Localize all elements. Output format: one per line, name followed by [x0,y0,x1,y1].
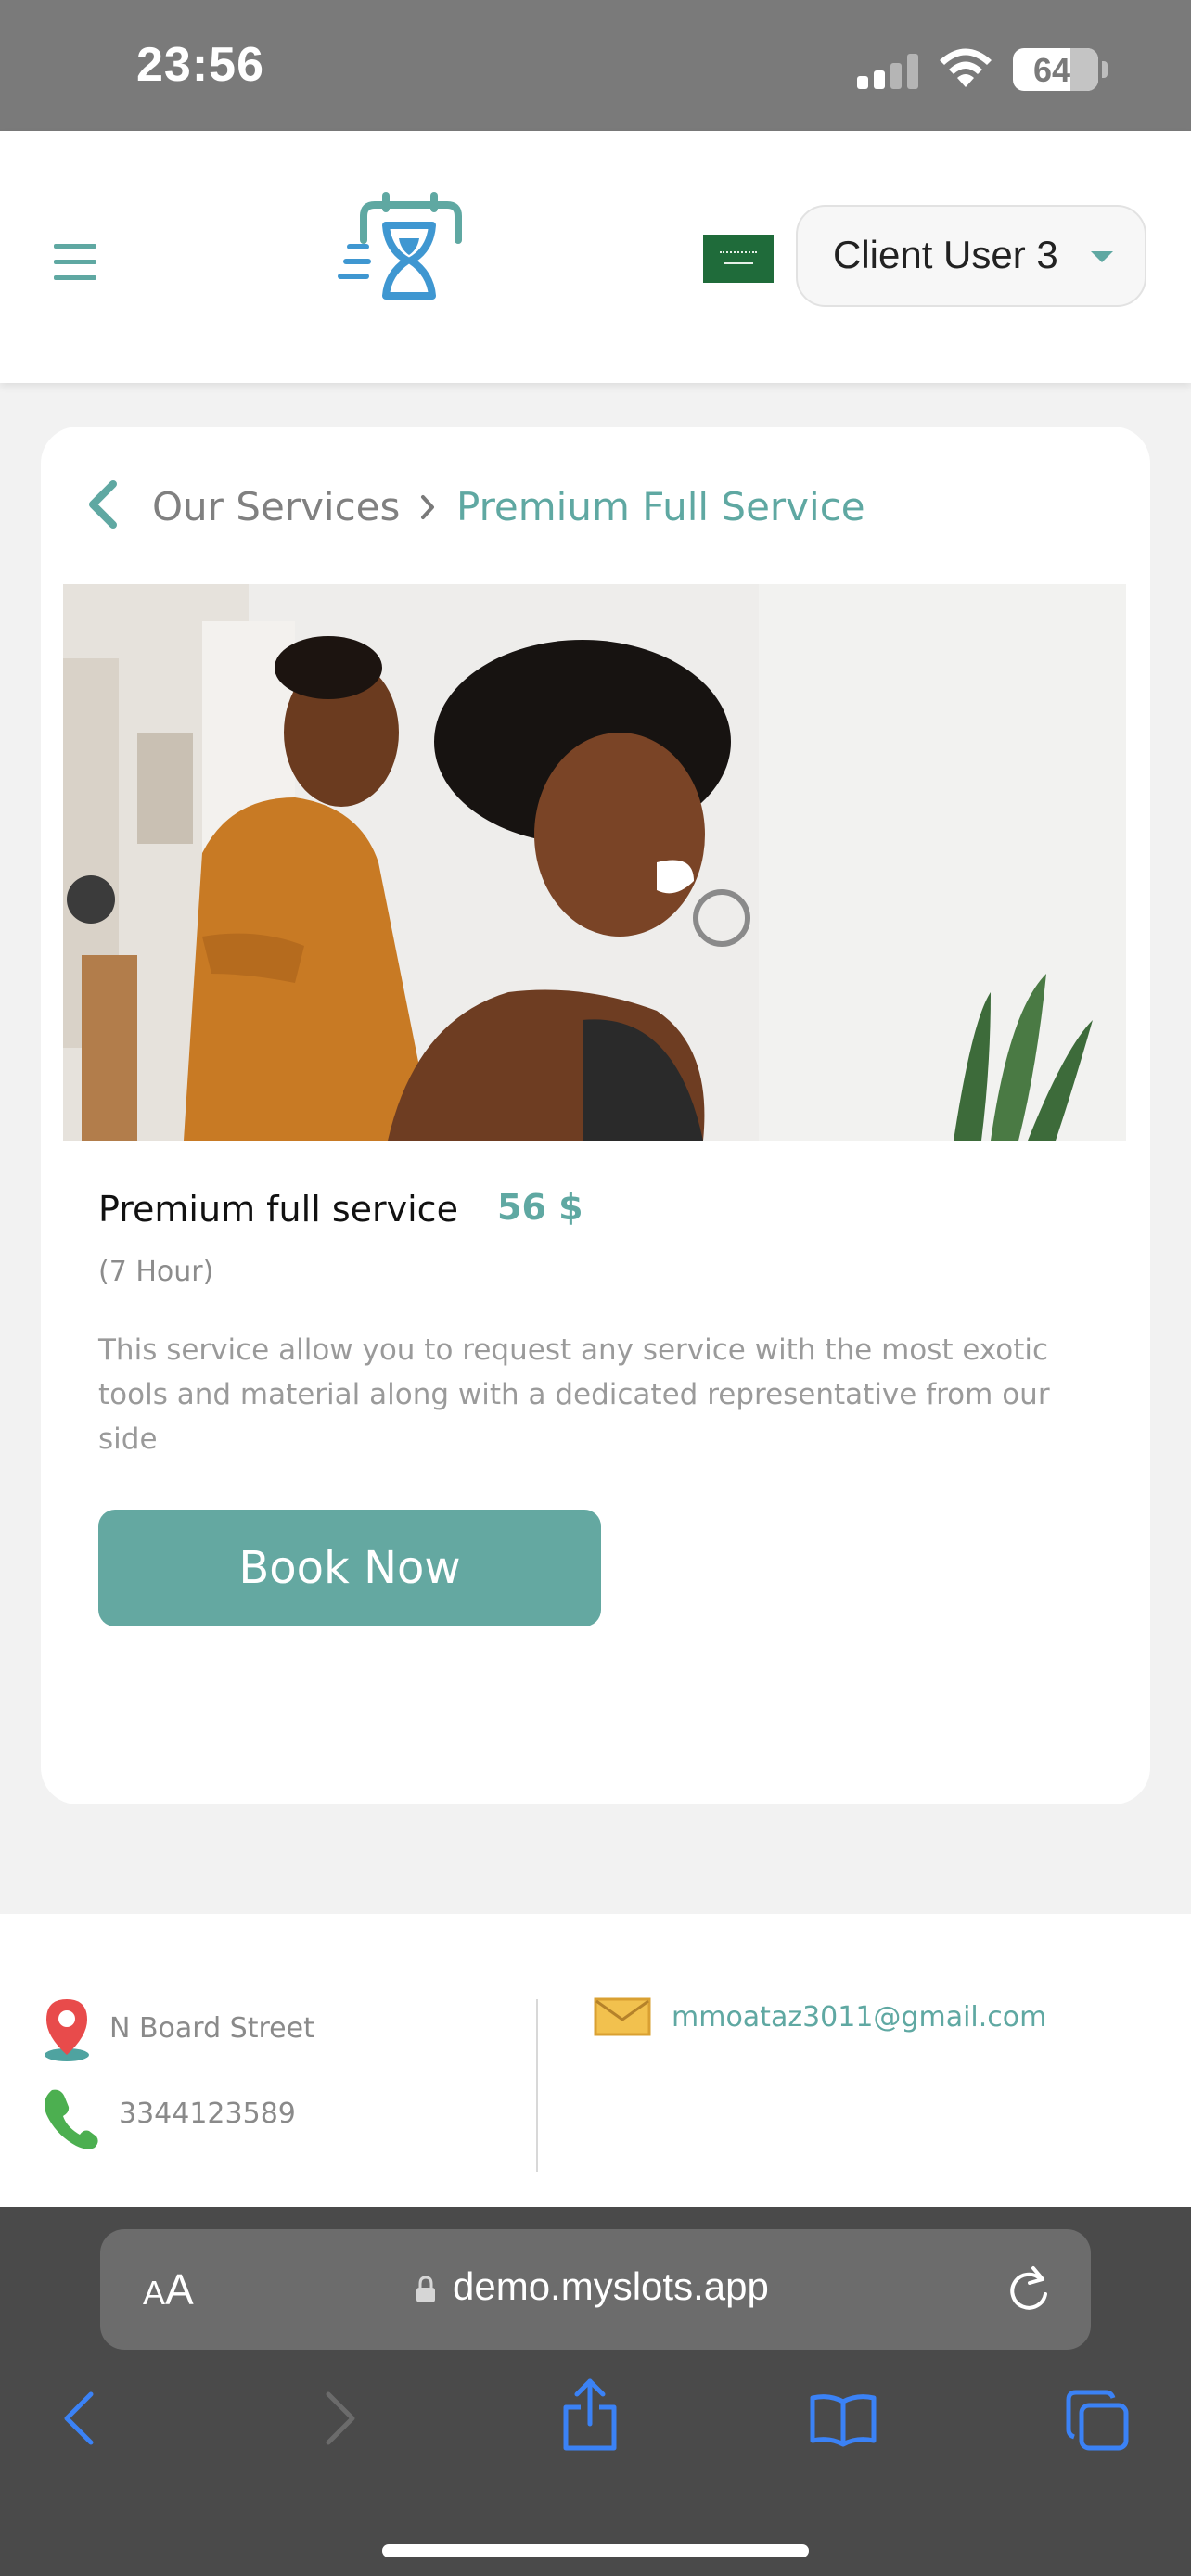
home-indicator [382,2544,809,2557]
wifi-icon [940,48,992,87]
bookmarks-icon[interactable] [809,2392,877,2448]
chevron-left-icon[interactable] [85,480,122,529]
battery-level: 64 [1032,51,1071,89]
app-header: Client User 3 [0,131,1191,383]
signal-icon [857,52,918,89]
reload-icon[interactable] [1005,2263,1052,2315]
calendar-hourglass-logo[interactable] [338,188,464,301]
status-time: 23:56 [136,38,264,92]
service-duration: (7 Hour) [98,1256,214,1288]
footer-address: N Board Street [109,2012,314,2045]
service-photo [63,584,1126,1141]
location-pin-icon [45,1999,89,2061]
footer-phone[interactable]: 3344123589 [119,2098,296,2130]
user-menu-dropdown[interactable]: Client User 3 [796,205,1146,307]
service-price: 56 $ [497,1187,583,1228]
text-size-button[interactable]: AA [143,2264,194,2315]
chevron-right-icon [421,495,434,519]
breadcrumb-our-services[interactable]: Our Services [152,484,400,529]
service-title: Premium full service [98,1189,458,1230]
lock-icon [416,2276,435,2302]
envelope-icon [594,1997,651,2036]
back-arrow-icon[interactable] [59,2389,100,2448]
hamburger-icon[interactable] [54,244,96,281]
footer-divider [536,1999,538,2172]
battery-icon: 64 [1013,48,1098,91]
battery-nub [1102,61,1108,78]
address-bar[interactable]: AA demo.myslots.app [100,2229,1091,2350]
tabs-icon[interactable] [1065,2389,1130,2452]
url-text: demo.myslots.app [453,2264,769,2308]
service-card: Our Services Premium Full Service Premiu… [41,427,1150,1804]
user-name: Client User 3 [833,233,1058,276]
caret-down-icon [1091,251,1113,262]
forward-arrow-icon[interactable] [319,2389,360,2448]
service-description: This service allow you to request any se… [98,1333,1050,1456]
footer: N Board Street 3344123589 mmoataz3011@gm… [0,1914,1191,2207]
book-now-button[interactable]: Book Now [98,1510,601,1626]
breadcrumb-current: Premium Full Service [456,484,865,529]
browser-bottom-bar: AA demo.myslots.app [0,2207,1191,2576]
footer-email[interactable]: mmoataz3011@gmail.com [672,2001,1046,2034]
status-bar: 23:56 64 [0,0,1191,131]
saudi-flag-icon[interactable] [703,235,774,283]
phone-icon [45,2089,98,2149]
share-icon[interactable] [560,2378,620,2452]
